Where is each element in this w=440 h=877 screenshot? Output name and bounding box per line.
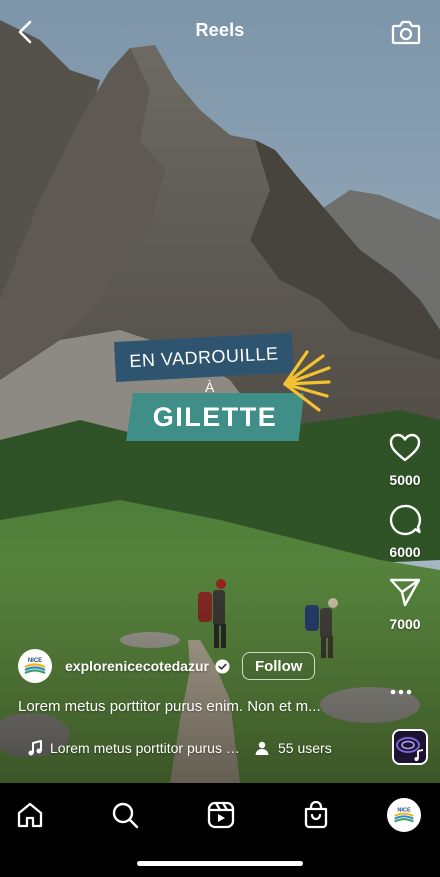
heart-icon bbox=[389, 433, 421, 462]
audio-users-count: 55 users bbox=[278, 740, 332, 756]
music-note-icon bbox=[28, 740, 42, 756]
brand-logo-icon: NICE bbox=[24, 658, 46, 674]
nav-home[interactable] bbox=[10, 795, 50, 835]
page-title: Reels bbox=[195, 20, 245, 40]
profile-avatar: NICE bbox=[387, 798, 421, 832]
share-button[interactable] bbox=[385, 572, 425, 612]
avatar-logo-text: NICE bbox=[28, 658, 42, 664]
comment-action: 6000 bbox=[380, 500, 430, 560]
nav-search[interactable] bbox=[105, 795, 145, 835]
sunburst-icon bbox=[283, 350, 331, 412]
reels-screen: Reels EN VADROUILLE À GILETTE 5000 6000 … bbox=[0, 0, 440, 877]
shop-bag-icon bbox=[304, 801, 328, 829]
audio-cover-icon bbox=[394, 731, 426, 763]
title-banner: EN VADROUILLE À GILETTE bbox=[112, 332, 332, 448]
comment-button[interactable] bbox=[385, 500, 425, 540]
comment-icon bbox=[389, 504, 422, 536]
profile-logo-icon: NICE bbox=[394, 807, 414, 823]
share-count: 7000 bbox=[389, 616, 421, 632]
reels-icon bbox=[207, 801, 235, 829]
user-icon bbox=[255, 741, 269, 755]
share-action: 7000 bbox=[380, 572, 430, 632]
comment-count: 6000 bbox=[389, 544, 421, 560]
author-avatar[interactable]: NICE bbox=[18, 649, 52, 683]
reel-caption[interactable]: Lorem metus porttitor purus enim. Non et… bbox=[18, 698, 373, 715]
like-count: 5000 bbox=[389, 472, 421, 488]
like-button[interactable] bbox=[385, 428, 425, 468]
search-icon bbox=[112, 802, 139, 829]
nav-shop[interactable] bbox=[296, 795, 336, 835]
action-rail: 5000 6000 7000 bbox=[380, 428, 430, 644]
follow-button[interactable]: Follow bbox=[241, 652, 316, 680]
camera-icon bbox=[391, 20, 421, 45]
audio-thumbnail[interactable] bbox=[392, 729, 428, 765]
profile-logo-text: NICE bbox=[397, 807, 411, 813]
home-icon bbox=[17, 802, 43, 828]
home-indicator bbox=[137, 861, 303, 866]
more-dots-icon bbox=[390, 689, 412, 695]
more-options-button[interactable] bbox=[388, 682, 414, 702]
banner-line-2: À bbox=[205, 379, 215, 395]
author-username[interactable]: explorenicecotedazur bbox=[65, 658, 209, 674]
banner-line-1: EN VADROUILLE bbox=[114, 332, 294, 382]
like-action: 5000 bbox=[380, 428, 430, 488]
reels-header: Reels bbox=[0, 12, 440, 52]
nav-profile[interactable]: NICE bbox=[384, 795, 424, 835]
camera-button[interactable] bbox=[390, 16, 422, 48]
nav-reels[interactable] bbox=[201, 795, 241, 835]
audio-label[interactable]: Lorem metus porttitor purus enim. Non et… bbox=[50, 740, 240, 756]
verified-badge-icon bbox=[215, 658, 230, 674]
author-row: NICE explorenicecotedazur Follow bbox=[18, 648, 316, 684]
audio-row: Lorem metus porttitor purus enim. Non et… bbox=[28, 738, 332, 758]
send-icon bbox=[389, 578, 421, 607]
